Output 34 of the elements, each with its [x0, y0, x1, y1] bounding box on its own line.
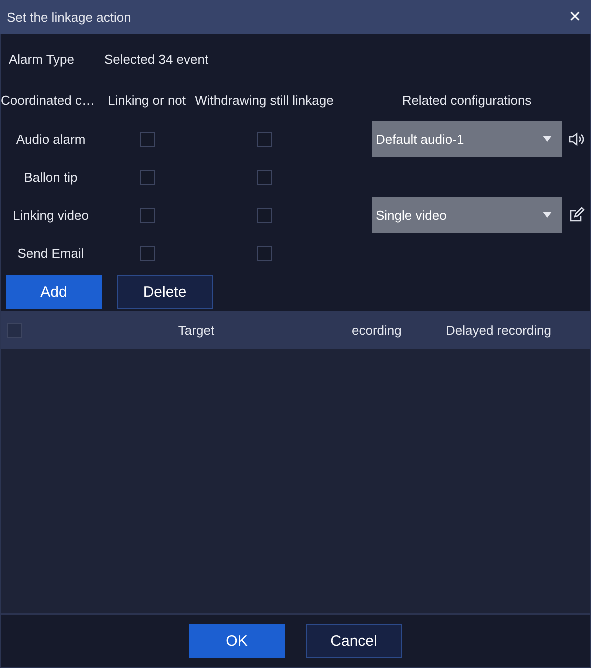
- dropdown[interactable]: Default audio-1: [372, 121, 562, 157]
- alarm-type-value: Selected 34 event: [104, 52, 209, 69]
- checkbox[interactable]: [257, 208, 272, 222]
- window-title: Set the linkage action: [7, 10, 132, 24]
- cancel-button[interactable]: Cancel: [306, 624, 402, 658]
- checkbox[interactable]: [140, 170, 154, 184]
- column-header: Target: [177, 322, 216, 338]
- action-label: Ballon tip: [23, 170, 79, 184]
- add-button[interactable]: Add: [6, 275, 102, 309]
- checkbox[interactable]: [257, 170, 272, 184]
- column-header: Coordinated c…: [1, 92, 96, 108]
- checkbox[interactable]: [257, 132, 272, 146]
- checkbox[interactable]: [7, 322, 22, 338]
- action-label: Audio alarm: [15, 132, 87, 146]
- checkbox[interactable]: [140, 132, 154, 146]
- column-header: ecording: [352, 322, 403, 338]
- action-label: Send Email: [16, 246, 86, 260]
- action-label: Linking video: [12, 208, 90, 222]
- close-button[interactable]: ×: [569, 7, 581, 27]
- checkbox[interactable]: [257, 246, 272, 260]
- speaker-icon[interactable]: [568, 130, 584, 148]
- edit-icon[interactable]: [568, 206, 584, 224]
- delete-button[interactable]: Delete: [117, 275, 213, 309]
- ok-button[interactable]: OK: [189, 624, 285, 658]
- column-header: Delayed recording: [445, 322, 553, 338]
- alarm-type-label: Alarm Type: [9, 52, 75, 69]
- checkbox[interactable]: [140, 208, 154, 222]
- column-header: Related configurations: [401, 92, 533, 108]
- checkbox[interactable]: [140, 246, 154, 260]
- caret-icon: [543, 212, 552, 218]
- column-header: Withdrawing still linkage: [194, 92, 335, 108]
- caret-icon: [543, 136, 552, 142]
- dropdown[interactable]: Single video: [372, 197, 562, 233]
- column-header: Linking or not: [106, 92, 188, 108]
